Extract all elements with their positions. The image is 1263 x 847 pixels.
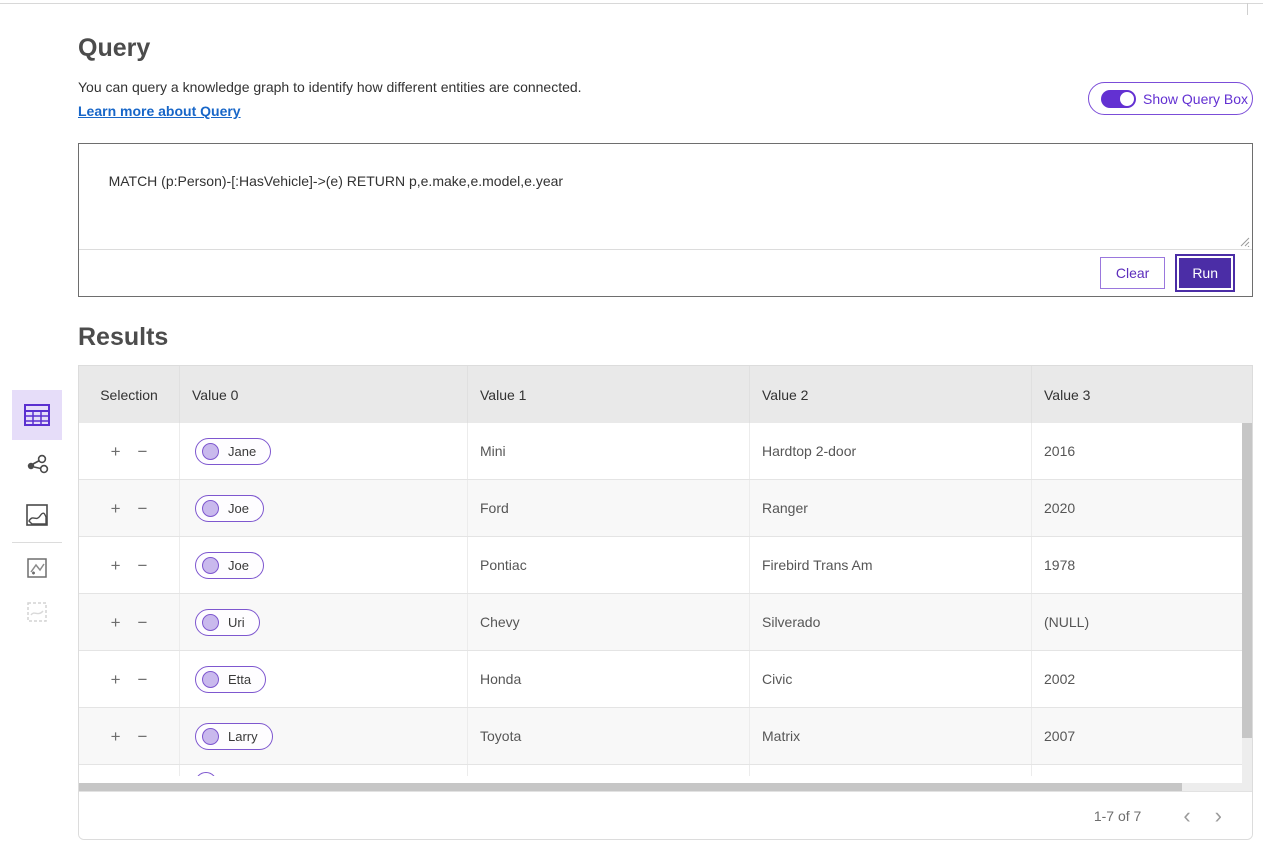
- entity-chip[interactable]: Etta: [195, 666, 266, 693]
- pagination-range-label: 1-7 of 7: [1094, 808, 1141, 824]
- remove-from-selection-button[interactable]: −: [136, 612, 150, 633]
- vertical-scrollbar-thumb[interactable]: [1242, 423, 1252, 738]
- value3-cell: (NULL): [1032, 594, 1252, 650]
- view-toolbar: [12, 390, 62, 634]
- table-view-icon[interactable]: [12, 390, 62, 440]
- top-divider: [0, 3, 1263, 4]
- query-button-bar: Clear Run: [79, 249, 1252, 296]
- clear-button[interactable]: Clear: [1100, 257, 1165, 289]
- entity-name: Joe: [228, 501, 249, 516]
- query-box: MATCH (p:Person)-[:HasVehicle]->(e) RETU…: [78, 143, 1253, 297]
- column-header-selection: Selection: [79, 366, 180, 423]
- value2-cell: Silverado: [750, 594, 1032, 650]
- table-body: + − Jane Mini Hardtop 2-door 2016 + −: [79, 423, 1252, 776]
- table-row: + − Etta Honda Civic 2002: [79, 651, 1252, 708]
- learn-more-link[interactable]: Learn more about Query: [78, 103, 241, 119]
- table-row: + − Uri Chevy Silverado (NULL): [79, 594, 1252, 651]
- query-text: MATCH (p:Person)-[:HasVehicle]->(e) RETU…: [109, 173, 564, 189]
- toggle-switch-icon[interactable]: [1101, 90, 1136, 108]
- table-row-partial: [79, 765, 1252, 776]
- new-link-chart-icon[interactable]: [12, 546, 62, 590]
- value1-cell: Ford: [468, 480, 750, 536]
- resize-handle-icon[interactable]: [1238, 235, 1250, 247]
- add-to-selection-button[interactable]: +: [109, 612, 123, 633]
- remove-from-selection-button[interactable]: −: [136, 498, 150, 519]
- value2-cell: Civic: [750, 651, 1032, 707]
- run-button[interactable]: Run: [1177, 256, 1233, 290]
- table-row: + − Joe Pontiac Firebird Trans Am 1978: [79, 537, 1252, 594]
- column-header-value3: Value 3: [1032, 366, 1252, 423]
- results-title: Results: [78, 323, 168, 352]
- map-view-icon[interactable]: [12, 490, 62, 540]
- entity-chip[interactable]: Joe: [195, 495, 264, 522]
- value2-cell: Matrix: [750, 708, 1032, 764]
- column-header-value2: Value 2: [750, 366, 1032, 423]
- value3-cell: 2007: [1032, 708, 1252, 764]
- table-header-row: Selection Value 0 Value 1 Value 2 Value …: [79, 366, 1252, 423]
- entity-node-icon: [202, 557, 219, 574]
- toggle-knob: [1119, 91, 1135, 107]
- entity-chip[interactable]: Jane: [195, 438, 271, 465]
- value3-cell: 2016: [1032, 423, 1252, 479]
- previous-page-icon[interactable]: ‹: [1171, 805, 1202, 827]
- entity-node-icon: [202, 500, 219, 517]
- entity-name: Joe: [228, 558, 249, 573]
- remove-from-selection-button[interactable]: −: [136, 441, 150, 462]
- entity-name: Uri: [228, 615, 245, 630]
- query-input[interactable]: MATCH (p:Person)-[:HasVehicle]->(e) RETU…: [79, 144, 1252, 249]
- column-header-value1: Value 1: [468, 366, 750, 423]
- value1-cell: Pontiac: [468, 537, 750, 593]
- value2-cell: Firebird Trans Am: [750, 537, 1032, 593]
- show-query-box-toggle[interactable]: Show Query Box: [1088, 82, 1253, 115]
- value3-cell: 2020: [1032, 480, 1252, 536]
- entity-name: Larry: [228, 729, 258, 744]
- add-to-selection-button[interactable]: +: [109, 726, 123, 747]
- value3-cell: 2002: [1032, 651, 1252, 707]
- entity-chip[interactable]: Larry: [195, 723, 273, 750]
- toggle-label: Show Query Box: [1143, 91, 1248, 107]
- panel-edge-divider: [1247, 3, 1248, 15]
- entity-name: Jane: [228, 444, 256, 459]
- value2-cell: Hardtop 2-door: [750, 423, 1032, 479]
- vertical-scrollbar[interactable]: [1242, 423, 1252, 783]
- value1-cell: Toyota: [468, 708, 750, 764]
- table-row: + − Larry Toyota Matrix 2007: [79, 708, 1252, 765]
- entity-chip[interactable]: [195, 772, 217, 776]
- table-row: + − Joe Ford Ranger 2020: [79, 480, 1252, 537]
- entity-node-icon: [202, 671, 219, 688]
- results-table: Selection Value 0 Value 1 Value 2 Value …: [78, 365, 1253, 840]
- new-map-icon[interactable]: [12, 590, 62, 634]
- entity-chip[interactable]: Joe: [195, 552, 264, 579]
- remove-from-selection-button[interactable]: −: [136, 669, 150, 690]
- entity-chip[interactable]: Uri: [195, 609, 260, 636]
- entity-node-icon: [202, 728, 219, 745]
- next-page-icon[interactable]: ›: [1203, 805, 1234, 827]
- table-footer: 1-7 of 7 ‹ ›: [79, 791, 1252, 839]
- add-to-selection-button[interactable]: +: [109, 669, 123, 690]
- page-description: You can query a knowledge graph to ident…: [78, 79, 582, 95]
- add-to-selection-button[interactable]: +: [109, 555, 123, 576]
- add-to-selection-button[interactable]: +: [109, 441, 123, 462]
- table-row: + − Jane Mini Hardtop 2-door 2016: [79, 423, 1252, 480]
- remove-from-selection-button[interactable]: −: [136, 726, 150, 747]
- value1-cell: Chevy: [468, 594, 750, 650]
- page-title: Query: [78, 34, 150, 63]
- remove-from-selection-button[interactable]: −: [136, 555, 150, 576]
- entity-node-icon: [202, 614, 219, 631]
- value1-cell: Honda: [468, 651, 750, 707]
- value2-cell: Ranger: [750, 480, 1032, 536]
- value1-cell: Mini: [468, 423, 750, 479]
- view-toolbar-divider: [12, 542, 62, 543]
- column-header-value0: Value 0: [180, 366, 468, 423]
- link-chart-view-icon[interactable]: [12, 440, 62, 490]
- entity-node-icon: [202, 443, 219, 460]
- entity-name: Etta: [228, 672, 251, 687]
- value3-cell: 1978: [1032, 537, 1252, 593]
- add-to-selection-button[interactable]: +: [109, 498, 123, 519]
